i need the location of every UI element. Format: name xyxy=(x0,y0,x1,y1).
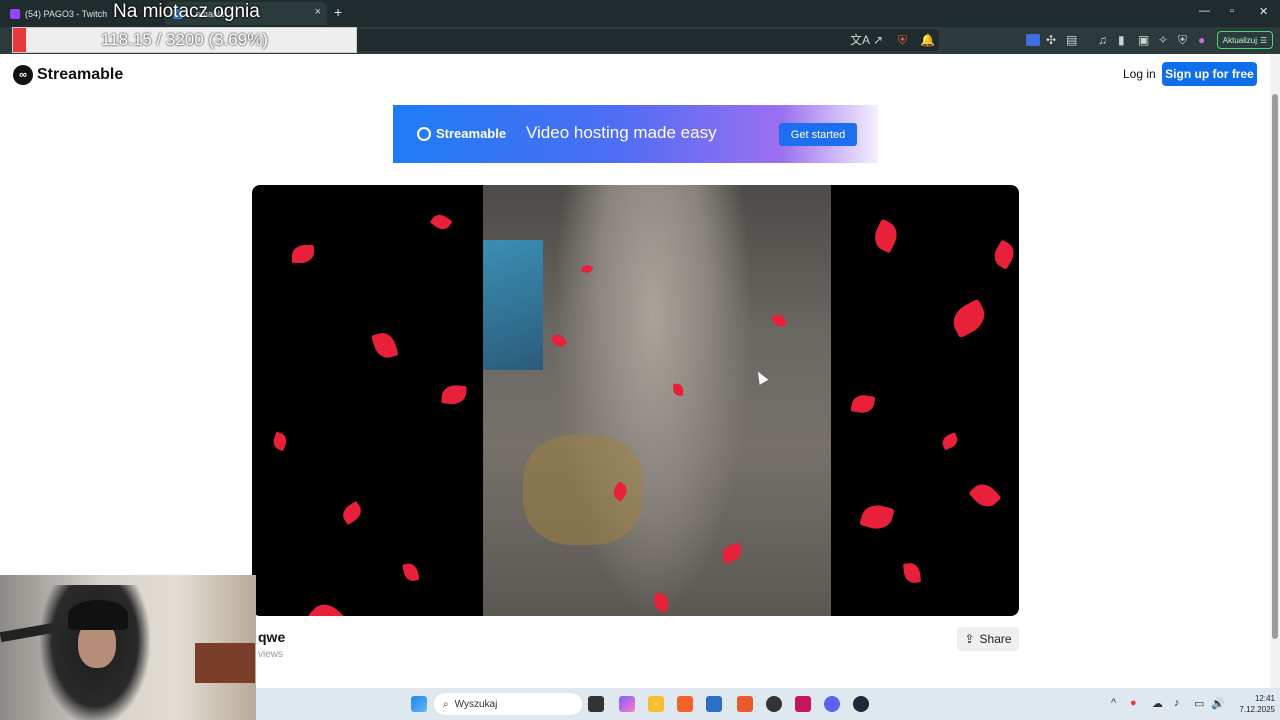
close-window-button[interactable]: ✕ xyxy=(1259,5,1268,18)
wallet-icon[interactable]: ▣ xyxy=(1138,33,1149,47)
app-icon[interactable] xyxy=(766,696,782,712)
promo-banner[interactable]: Streamable Video hosting made easy Get s… xyxy=(393,105,878,163)
search-placeholder: Wyszukaj xyxy=(454,698,498,710)
rose-petal xyxy=(673,383,683,396)
rose-petal xyxy=(339,500,365,526)
banner-logo-icon xyxy=(417,126,431,141)
share-icon: ⇪ xyxy=(964,632,975,646)
banner-logo: Streamable xyxy=(417,126,506,141)
banner-tagline: Video hosting made easy xyxy=(526,123,717,142)
streamable-logo[interactable]: ∞ Streamable xyxy=(13,65,123,85)
rose-petal xyxy=(307,598,347,616)
rose-petal xyxy=(271,431,289,452)
rose-petal xyxy=(850,393,876,415)
profile-icon[interactable]: ● xyxy=(1198,33,1205,47)
windows-start-icon[interactable] xyxy=(411,696,427,712)
get-started-button[interactable]: Get started xyxy=(779,123,857,146)
copilot-icon[interactable] xyxy=(619,696,635,712)
site-header: ∞ Streamable Log in Sign up for free xyxy=(0,54,1270,94)
brave-browser-icon[interactable] xyxy=(677,696,693,712)
music-icon[interactable]: ♫ xyxy=(1098,33,1107,47)
extension-icon[interactable] xyxy=(1026,34,1040,46)
video-views: views xyxy=(258,649,284,660)
brave-shield-icon[interactable]: ⛨ xyxy=(898,33,907,47)
clock-date: 7.12.2025 xyxy=(1239,705,1275,714)
task-view-icon[interactable] xyxy=(588,696,604,712)
tab-label: (54) PAGO3 - Twitch xyxy=(25,8,108,19)
donation-progress-bar: 118.15 / 3200 (3.69%) xyxy=(12,27,357,53)
discord-icon[interactable] xyxy=(824,696,840,712)
streamer-webcam xyxy=(0,575,256,720)
steam-icon[interactable] xyxy=(853,696,869,712)
tray-expand-icon[interactable]: ^ xyxy=(1111,697,1116,709)
share-button[interactable]: ⇪ Share xyxy=(957,627,1019,651)
network-icon[interactable]: ▭ xyxy=(1194,697,1204,710)
twitch-icon xyxy=(10,8,20,19)
video-player[interactable] xyxy=(252,185,1019,616)
search-icon: ⌕ xyxy=(443,698,449,710)
rose-petal xyxy=(292,245,314,263)
logo-text: Streamable xyxy=(37,66,124,83)
page-scrollbar[interactable] xyxy=(1270,54,1280,688)
clock-time: 12:41 xyxy=(1254,694,1275,703)
close-tab-icon[interactable]: × xyxy=(315,6,321,18)
login-link[interactable]: Log in xyxy=(1123,67,1156,81)
sidebar-icon[interactable]: ▮ xyxy=(1118,33,1125,47)
update-button[interactable]: Aktualizuj ☰ xyxy=(1217,31,1273,49)
vpn-icon[interactable]: ⛨ xyxy=(1178,33,1187,47)
brave-active-icon[interactable] xyxy=(737,696,753,712)
leo-ai-icon[interactable]: ✧ xyxy=(1158,33,1168,47)
tab-search-icon[interactable]: ▤ xyxy=(1066,33,1077,47)
share-label: Share xyxy=(979,632,1012,646)
share-page-icon[interactable]: ↗ xyxy=(873,33,883,47)
rose-petal xyxy=(940,432,960,451)
streamable-logo-icon: ∞ xyxy=(13,65,33,85)
table xyxy=(195,643,255,683)
taskbar-search[interactable]: ⌕ Wyszukaj xyxy=(434,693,582,715)
microphone-icon[interactable]: ♪ xyxy=(1174,697,1180,709)
menu-icon: ☰ xyxy=(1260,35,1268,45)
volume-icon[interactable]: 🔊 xyxy=(1211,697,1225,710)
app-icon-2[interactable] xyxy=(795,696,811,712)
rose-petal xyxy=(968,478,1002,512)
stream-overlay-title: Na miotacz ognia xyxy=(113,1,260,22)
banner-brand: Streamable xyxy=(436,126,507,141)
taskbar-clock[interactable]: 12:41 7.12.2025 xyxy=(1231,693,1275,715)
rose-petal xyxy=(947,298,991,339)
rose-petal xyxy=(902,562,922,584)
file-explorer-icon[interactable] xyxy=(648,696,664,712)
rose-petal xyxy=(402,561,420,583)
rose-petal xyxy=(371,330,399,361)
minimize-button[interactable]: — xyxy=(1199,5,1210,17)
notification-icon[interactable]: 🔔 xyxy=(920,33,935,47)
background-poster xyxy=(483,240,543,370)
rose-petal xyxy=(869,218,903,254)
extensions-puzzle-icon[interactable]: ✣ xyxy=(1046,33,1056,47)
signup-button[interactable]: Sign up for free xyxy=(1162,62,1257,86)
restore-button[interactable]: ▫ xyxy=(1230,5,1234,17)
scrollbar-thumb[interactable] xyxy=(1272,94,1278,639)
new-tab-button[interactable]: + xyxy=(334,4,342,20)
translate-icon[interactable]: 文A xyxy=(850,33,870,47)
rose-petal xyxy=(989,239,1019,270)
update-label: Aktualizuj xyxy=(1222,35,1258,45)
rose-petal xyxy=(429,211,453,234)
cloud-icon[interactable]: ☁ xyxy=(1152,697,1163,710)
video-title: qwe xyxy=(258,629,286,645)
rose-petal xyxy=(441,383,467,406)
rose-petal xyxy=(859,501,895,533)
streamer-cap xyxy=(68,600,128,630)
windows-taskbar: ⌕ Wyszukaj ^ ● ☁ ♪ ▭ 🔊 12:41 7.12.2025 xyxy=(256,688,1280,720)
donation-progress-text: 118.15 / 3200 (3.69%) xyxy=(101,30,268,49)
video-frame xyxy=(483,185,831,616)
tray-app-icon[interactable]: ● xyxy=(1130,697,1137,709)
store-icon[interactable] xyxy=(706,696,722,712)
